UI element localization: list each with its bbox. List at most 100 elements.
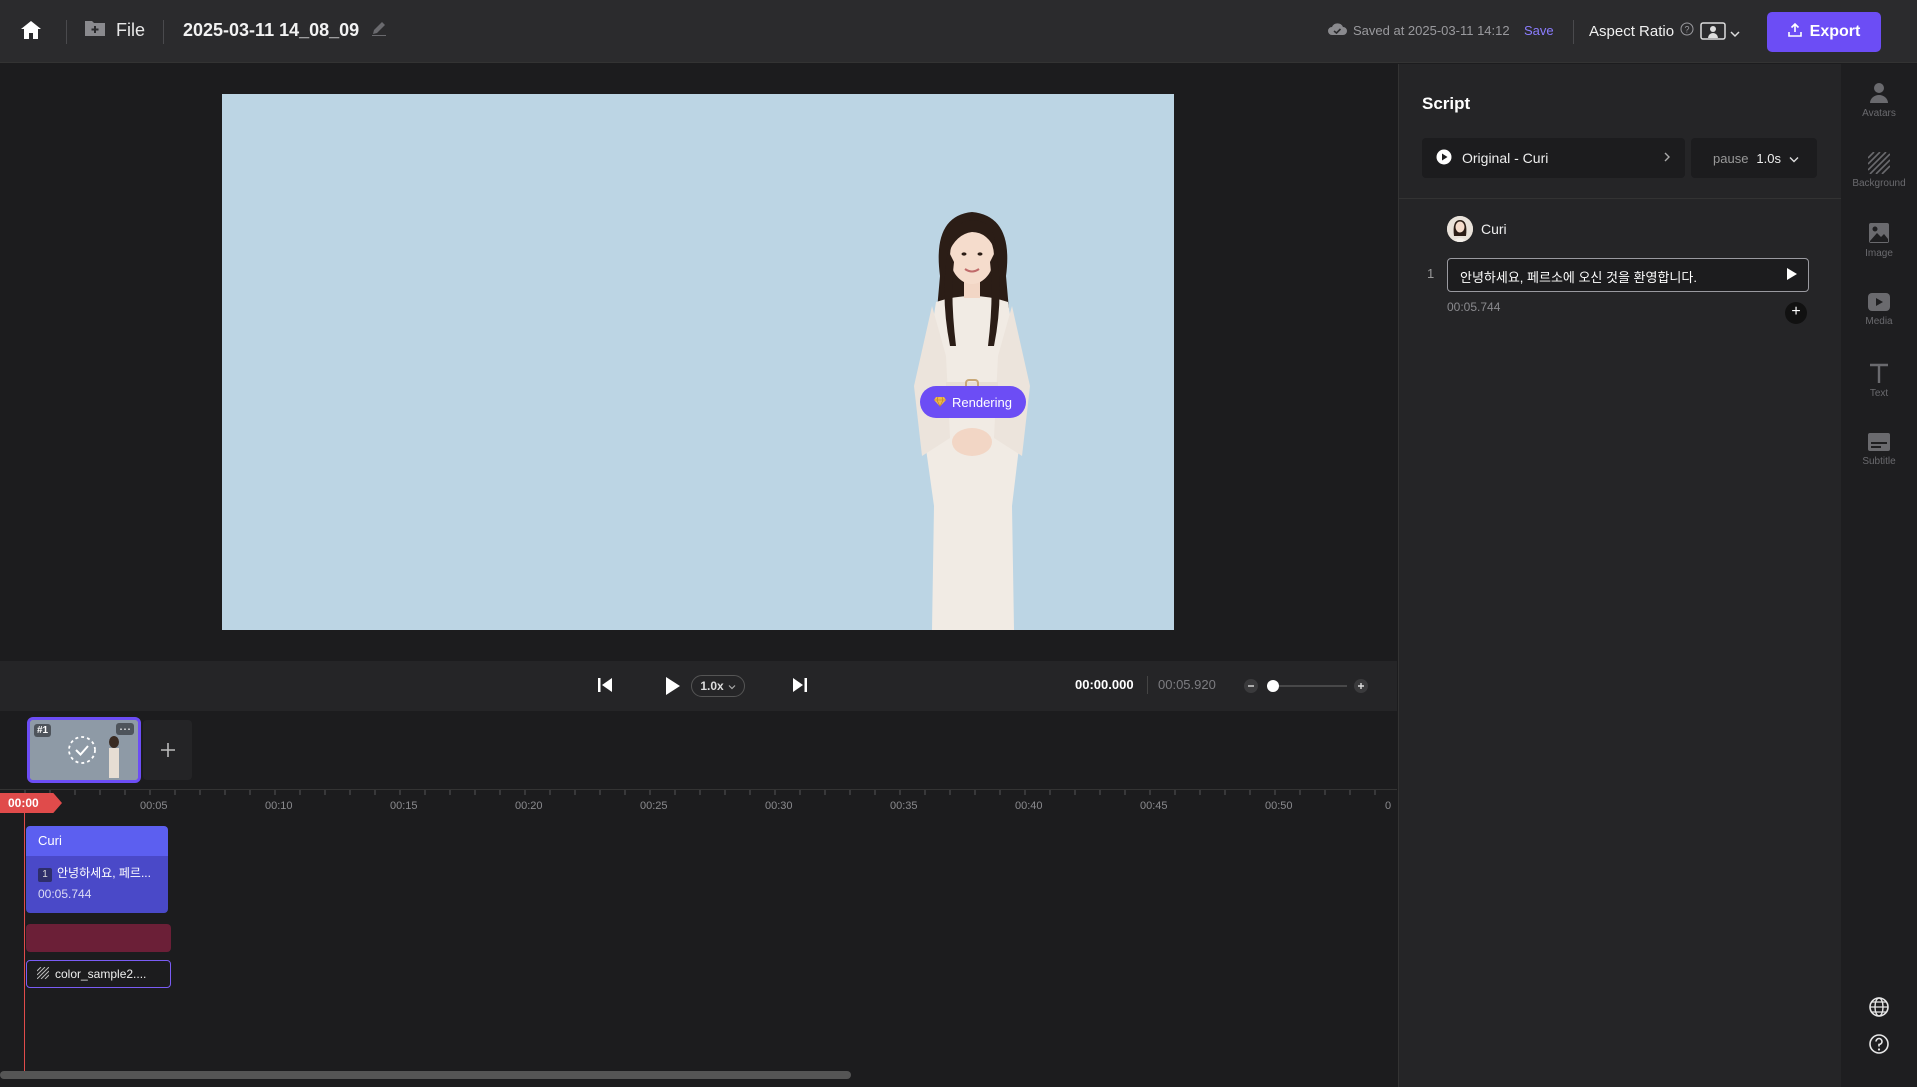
- play-icon[interactable]: [661, 674, 683, 703]
- zoom-slider[interactable]: [1243, 675, 1369, 697]
- divider: [1147, 676, 1148, 694]
- scene-thumbnail[interactable]: #1 ⋯: [27, 717, 141, 783]
- diamond-icon: [934, 395, 946, 410]
- rendering-badge: Rendering: [920, 386, 1026, 418]
- line-number: 1: [1427, 266, 1435, 281]
- audio-track[interactable]: [26, 924, 171, 952]
- file-menu-button[interactable]: File: [84, 19, 145, 42]
- rail-item-image[interactable]: Image: [1841, 222, 1917, 282]
- rail-item-text[interactable]: Text: [1841, 362, 1917, 422]
- rail-label: Text: [1869, 388, 1889, 399]
- chevron-right-icon: [1663, 150, 1671, 166]
- script-avatar-header: Curi: [1447, 216, 1507, 242]
- tick-label: 00:25: [640, 800, 668, 812]
- rail-item-subtitle[interactable]: Subtitle: [1841, 432, 1917, 492]
- file-label: File: [116, 20, 146, 40]
- current-time: 00:00.000: [1075, 677, 1134, 692]
- save-button[interactable]: Save: [1524, 23, 1554, 38]
- portrait-frame-icon: [1700, 22, 1726, 45]
- image-icon: [1869, 223, 1889, 243]
- person-icon: [1870, 83, 1888, 103]
- project-title: 2025-03-11 14_08_09: [183, 20, 387, 41]
- speed-selector[interactable]: 1.0x: [691, 675, 745, 697]
- rail-item-media[interactable]: Media: [1841, 292, 1917, 352]
- divider: [1399, 198, 1842, 199]
- divider: [66, 20, 67, 44]
- tick-label: 00:05: [140, 800, 168, 812]
- ruler-ticks: [24, 790, 1376, 795]
- divider: [163, 20, 164, 44]
- hatch-icon: [1868, 152, 1890, 174]
- total-time: 00:05.920: [1158, 677, 1216, 692]
- voice-selector[interactable]: Original - Curi: [1422, 138, 1685, 178]
- horizontal-scrollbar[interactable]: [0, 1071, 851, 1079]
- chevron-down-icon: [1789, 151, 1799, 166]
- chevron-down-icon: [728, 679, 736, 693]
- panel-title: Script: [1422, 94, 1471, 113]
- pencil-icon[interactable]: [371, 20, 387, 41]
- play-circle-icon[interactable]: [1436, 149, 1452, 168]
- rail-item-background[interactable]: Background: [1841, 152, 1917, 212]
- timeline-ruler[interactable]: 00:00 00:05 00:10 00:15 00:20 00:25 00:3…: [0, 789, 1397, 815]
- add-scene-button[interactable]: [143, 720, 192, 780]
- top-bar: File 2025-03-11 14_08_09 Saved at 2025-0…: [0, 0, 1917, 63]
- canvas-area: Rendering: [0, 64, 1397, 661]
- script-avatar-name: Curi: [1481, 221, 1507, 237]
- folder-add-icon: [84, 19, 106, 42]
- playhead-marker[interactable]: 00:00: [0, 793, 62, 813]
- playhead-line: [24, 812, 25, 1074]
- speed-value: 1.0x: [700, 679, 724, 693]
- tick-label: 00:45: [1140, 800, 1168, 812]
- video-preview[interactable]: Rendering: [222, 94, 1174, 630]
- export-button[interactable]: Export: [1767, 12, 1881, 52]
- chevron-down-icon: [1730, 25, 1740, 43]
- scene-strip: #1 ⋯: [0, 711, 1397, 789]
- rendering-label: Rendering: [952, 394, 1012, 410]
- help-icon[interactable]: ?: [1680, 22, 1694, 40]
- rail-label: Media: [1865, 316, 1893, 327]
- subtitle-icon: [1868, 433, 1890, 451]
- script-line-input[interactable]: 안녕하세요, 페르소에 오신 것을 환영합니다.: [1447, 258, 1809, 292]
- save-status: Saved at 2025-03-11 14:12: [1327, 22, 1510, 39]
- line-duration: 00:05.744: [1447, 300, 1501, 314]
- aspect-ratio-dropdown[interactable]: [1700, 22, 1740, 45]
- script-clip[interactable]: 1 안녕하세요, 페르... 00:05.744: [26, 856, 168, 913]
- rail-label: Avatars: [1862, 108, 1896, 119]
- upload-icon: [1787, 22, 1802, 42]
- tick-label: 00:20: [515, 800, 543, 812]
- avatar-figure[interactable]: [892, 206, 1052, 630]
- play-media-icon: [1868, 293, 1890, 311]
- skip-back-icon[interactable]: [596, 674, 614, 701]
- hatch-icon: [36, 966, 50, 982]
- saved-text: Saved at 2025-03-11 14:12: [1353, 23, 1510, 38]
- svg-text:?: ?: [1685, 25, 1690, 35]
- tick-label: 00:35: [890, 800, 918, 812]
- play-icon[interactable]: [1786, 267, 1798, 284]
- avatar-track[interactable]: Curi: [26, 826, 168, 856]
- rail-label: Background: [1852, 178, 1906, 189]
- tick-label: 00:30: [765, 800, 793, 812]
- pause-label: pause: [1713, 150, 1749, 166]
- skip-forward-icon[interactable]: [791, 674, 809, 701]
- add-line-button[interactable]: +: [1785, 302, 1807, 324]
- pause-selector[interactable]: pause 1.0s: [1691, 138, 1817, 178]
- background-clip[interactable]: color_sample2....: [26, 960, 171, 988]
- cloud-check-icon: [1327, 22, 1347, 39]
- help-icon[interactable]: [1868, 1033, 1890, 1060]
- rail-label: Subtitle: [1862, 456, 1896, 467]
- side-rail: Avatars Background Image Media Text Subt…: [1841, 64, 1917, 1087]
- script-clip-index: 1: [38, 868, 52, 882]
- tick-label: 00:50: [1265, 800, 1293, 812]
- more-icon[interactable]: ⋯: [116, 723, 134, 735]
- playback-bar: 1.0x 00:00.000 00:05.920: [0, 661, 1397, 711]
- home-icon[interactable]: [20, 20, 46, 44]
- script-panel: Script Original - Curi pause 1.0s Curi 1…: [1398, 64, 1842, 1087]
- globe-icon[interactable]: [1868, 996, 1890, 1023]
- project-title-text: 2025-03-11 14_08_09: [183, 20, 360, 40]
- tick-label: 0: [1385, 800, 1392, 812]
- avatar: [1447, 216, 1473, 242]
- script-line-text: 안녕하세요, 페르소에 오신 것을 환영합니다.: [1460, 270, 1697, 285]
- tick-label: 00:10: [265, 800, 293, 812]
- aspect-ratio-text: Aspect Ratio: [1589, 22, 1675, 40]
- rail-item-avatars[interactable]: Avatars: [1841, 82, 1917, 142]
